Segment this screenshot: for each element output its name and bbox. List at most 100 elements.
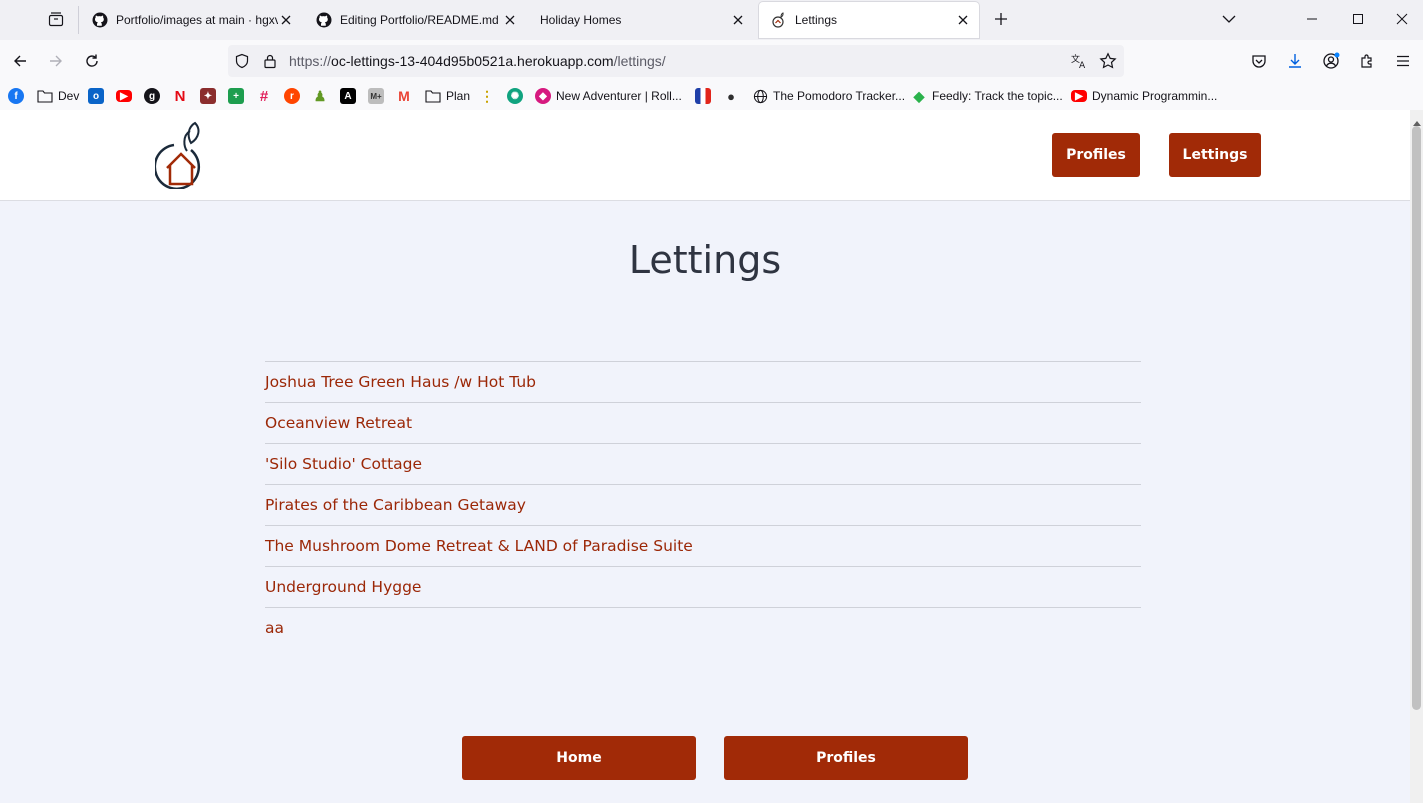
bookmark-mplus[interactable]: M+ [368, 87, 384, 105]
minimize-icon [1307, 18, 1317, 20]
bookmark-openai[interactable]: ✺ [507, 87, 523, 105]
forward-button[interactable] [44, 49, 68, 73]
bookmark-facebook[interactable]: f [8, 87, 24, 105]
header-lettings-button[interactable]: Lettings [1169, 133, 1261, 177]
letting-link[interactable]: Pirates of the Caribbean Getaway [265, 496, 526, 514]
bookmark-folder-dev[interactable]: Dev [37, 87, 79, 105]
youtube-icon: ▶ [116, 90, 132, 102]
close-icon[interactable] [955, 12, 971, 28]
header-profiles-button[interactable]: Profiles [1052, 133, 1140, 177]
bookmark-label: Dynamic Programmin... [1092, 89, 1218, 103]
close-icon[interactable] [278, 12, 294, 28]
download-icon [1289, 54, 1301, 68]
list-all-tabs-button[interactable] [1206, 0, 1252, 38]
menu-button[interactable] [1391, 49, 1415, 73]
bookmark-dynamic-programming[interactable]: ▶ Dynamic Programmin... [1071, 87, 1217, 105]
tab-lettings[interactable]: Lettings [759, 2, 979, 38]
flag-icon [695, 88, 711, 104]
bookmark-folder-plan[interactable]: Plan [425, 87, 470, 105]
bookmark-netflix[interactable]: N [172, 87, 188, 105]
shield-icon[interactable] [234, 53, 250, 74]
reload-icon [86, 54, 98, 67]
tab-title: Portfolio/images at main · hgxv [116, 13, 278, 27]
bookmark-reddit[interactable]: r [284, 87, 300, 105]
account-button[interactable] [1319, 49, 1343, 73]
account-icon [1323, 52, 1340, 69]
bookmark-outlook[interactable]: o [88, 87, 104, 105]
globe-icon [752, 88, 768, 104]
close-icon [1396, 13, 1407, 25]
footer-profiles-button[interactable]: Profiles [724, 736, 968, 780]
plus-icon [995, 13, 1007, 25]
letting-link[interactable]: 'Silo Studio' Cottage [265, 455, 422, 473]
mplus-icon: M+ [368, 88, 384, 104]
bookmark-github[interactable]: g [144, 87, 160, 105]
lock-icon[interactable] [262, 53, 278, 74]
letting-link[interactable]: aa [265, 619, 284, 637]
bookmark-youtube[interactable]: ▶ [116, 87, 132, 105]
star-icon[interactable] [1099, 52, 1117, 75]
extensions-button[interactable] [1355, 49, 1379, 73]
youtube-icon: ▶ [1071, 90, 1087, 102]
gmail-icon: M [398, 88, 410, 104]
bookmark-flag[interactable] [695, 87, 711, 105]
tab-editing-readme[interactable]: Editing Portfolio/README.md a [304, 0, 526, 40]
url-text[interactable]: https://oc-lettings-13-404d95b0521a.hero… [289, 53, 666, 69]
downloads-button[interactable] [1283, 49, 1307, 73]
bookmark-chess[interactable]: ♟ [312, 87, 328, 105]
tab-list-button[interactable] [34, 0, 78, 38]
url-bar[interactable]: https://oc-lettings-13-404d95b0521a.hero… [228, 45, 1124, 77]
maximize-button[interactable] [1335, 0, 1381, 38]
list-item: Oceanview Retreat [265, 402, 1141, 443]
github-icon [316, 12, 332, 28]
bookmark-sheets[interactable]: + [228, 87, 244, 105]
pocket-button[interactable] [1247, 49, 1271, 73]
site-logo-icon [771, 12, 787, 28]
bookmark-pomodoro[interactable]: The Pomodoro Tracker... [752, 87, 905, 105]
url-scheme: https:// [289, 53, 332, 69]
folder-icon [37, 88, 53, 104]
reddit-icon: r [284, 88, 300, 104]
turtle-icon: ● [727, 88, 735, 104]
dice-icon: ◆ [535, 88, 551, 104]
bookmark-new-adventurer[interactable]: ◆ New Adventurer | Roll... [535, 87, 682, 105]
bookmark-app[interactable]: A [340, 87, 356, 105]
list-item: Pirates of the Caribbean Getaway [265, 484, 1141, 525]
translate-icon[interactable]: 文A [1070, 52, 1088, 75]
page-scrollbar[interactable] [1410, 110, 1423, 803]
letting-link[interactable]: The Mushroom Dome Retreat & LAND of Para… [265, 537, 693, 555]
letting-link[interactable]: Joshua Tree Green Haus /w Hot Tub [265, 373, 536, 391]
letting-link[interactable]: Oceanview Retreat [265, 414, 412, 432]
site-logo[interactable] [153, 121, 205, 191]
close-icon[interactable] [730, 12, 746, 28]
bookmark-feedly[interactable]: ◆ Feedly: Track the topic... [911, 87, 1063, 105]
house-leaf-logo-icon [153, 121, 201, 191]
bookmark-label: The Pomodoro Tracker... [773, 89, 906, 103]
bookmark-label: Feedly: Track the topic... [932, 89, 1063, 103]
tab-holiday-homes[interactable]: Holiday Homes [528, 0, 754, 40]
arrow-left-icon [14, 55, 26, 67]
facebook-icon: f [8, 88, 24, 104]
openai-icon: ✺ [507, 88, 523, 104]
home-button[interactable]: Home [462, 736, 696, 780]
reload-button[interactable] [80, 49, 104, 73]
back-button[interactable] [8, 49, 32, 73]
letting-link[interactable]: Underground Hygge [265, 578, 421, 596]
url-path: /lettings/ [613, 53, 666, 69]
tab-portfolio-images[interactable]: Portfolio/images at main · hgxv [80, 0, 302, 40]
bookmark-creature[interactable]: ✦ [200, 87, 216, 105]
close-window-button[interactable] [1380, 0, 1423, 38]
bookmark-gmail[interactable]: M [396, 87, 412, 105]
netflix-icon: N [174, 87, 186, 105]
arrow-right-icon [50, 55, 62, 67]
bookmark-dots[interactable]: ⋮ [479, 87, 495, 105]
minimize-button[interactable] [1289, 0, 1335, 38]
scrollbar-thumb[interactable] [1412, 126, 1421, 710]
maximize-icon [1353, 14, 1363, 24]
bookmark-slack[interactable]: # [256, 87, 272, 105]
bookmark-turtle[interactable]: ● [723, 87, 739, 105]
new-tab-button[interactable] [984, 0, 1018, 38]
puzzle-icon [1361, 54, 1372, 68]
site-header: Profiles Lettings [0, 110, 1410, 201]
close-icon[interactable] [502, 12, 518, 28]
